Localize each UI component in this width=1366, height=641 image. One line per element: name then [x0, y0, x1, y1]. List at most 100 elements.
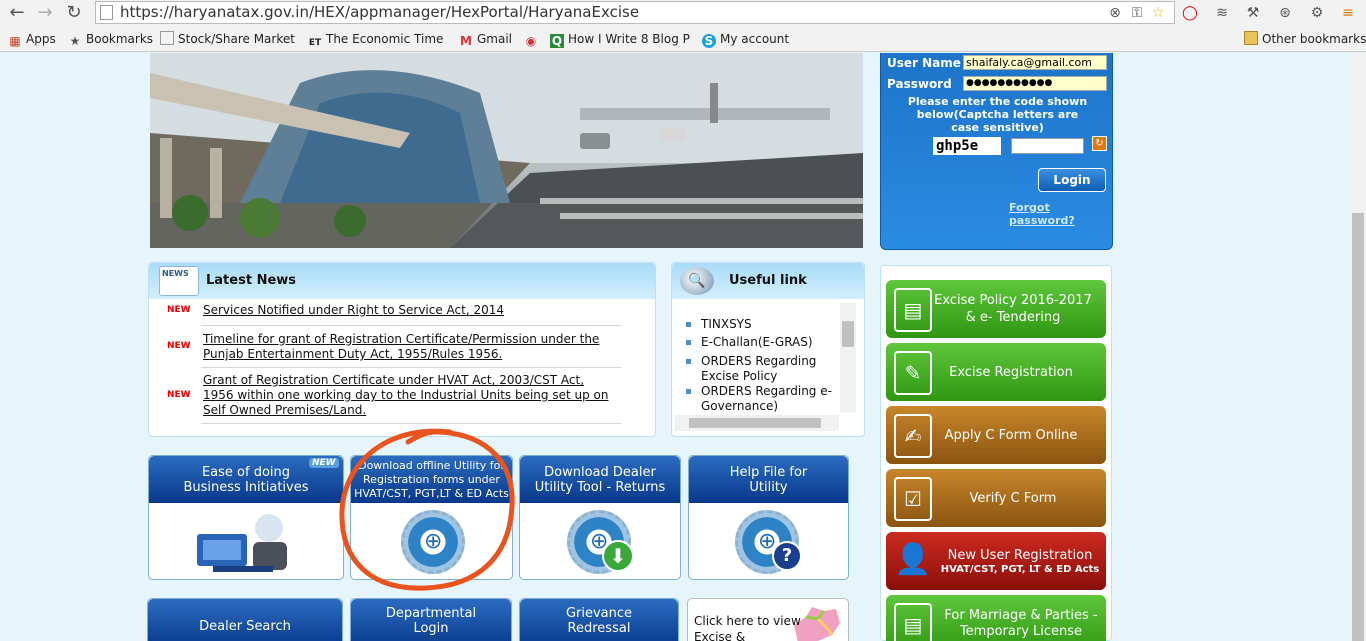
extension-icon[interactable]: ⊛ — [1275, 3, 1295, 23]
document-pen-icon: ✎ — [894, 351, 932, 395]
bookmark-stock-market[interactable]: Stock/Share Market Ir — [160, 30, 298, 48]
latest-news-panel: NEWS Latest News NEW Services Notified u… — [148, 262, 656, 437]
map-view-tile[interactable]: Click here to view Excise & — [687, 598, 849, 641]
buffer-icon[interactable]: ≋ — [1212, 3, 1232, 23]
site-icon: ◉ — [525, 34, 537, 48]
page-icon — [160, 31, 174, 45]
useful-link-tinxsys[interactable]: TINXSYS — [686, 317, 836, 332]
news-link-grant-certificate[interactable]: Grant of Registration Certificate under … — [203, 373, 618, 418]
news-link-timeline[interactable]: Timeline for grant of Registration Certi… — [203, 332, 613, 362]
forgot-password-link[interactable]: Forgot password? — [1009, 201, 1112, 227]
dealer-utility-header: Download Dealer Utility Tool - Returns — [520, 456, 680, 503]
news-separator — [201, 367, 621, 368]
business-people-icon — [193, 508, 293, 574]
hand-drawn-highlight-circle — [339, 428, 515, 591]
bookmark-economic-times[interactable]: ET The Economic Times: — [308, 30, 443, 48]
useful-link-header: 🔍 Useful link — [672, 263, 864, 299]
bookmark-my-account[interactable]: S My account — [702, 30, 789, 48]
captcha-instructions: Please enter the code shown below(Captch… — [907, 95, 1088, 134]
latest-news-header: NEWS Latest News — [149, 263, 655, 299]
useful-link-excise-orders[interactable]: ORDERS Regarding Excise Policy — [686, 354, 838, 384]
license-document-icon: ▤ — [894, 603, 932, 641]
banner-image — [150, 53, 863, 248]
useful-link-title: Useful link — [729, 273, 807, 288]
banner-illustration — [150, 53, 863, 248]
apps-grid-icon: ▦ — [9, 34, 21, 48]
captcha-image: ghp5e — [933, 137, 1001, 155]
password-label: Password — [887, 77, 952, 91]
bookmark-gmail[interactable]: M Gmail — [459, 30, 512, 48]
folder-icon — [1244, 31, 1258, 45]
bookmark-apps[interactable]: ▦ Apps — [8, 30, 55, 48]
new-badge: NEW — [167, 341, 191, 351]
dealer-utility-tile[interactable]: Download Dealer Utility Tool - Returns ⊕… — [519, 455, 681, 580]
forward-icon[interactable]: → — [34, 2, 56, 24]
grievance-redressal-tile[interactable]: Grievance Redressal — [519, 598, 679, 641]
useful-link-egovernance-orders[interactable]: ORDERS Regarding e-Governance) — [686, 384, 841, 414]
browser-toolbar: ← → ↻ https://haryanatax.gov.in/HEX/appm… — [0, 0, 1366, 26]
bookmark-blog[interactable]: Q How I Write 8 Blog Po — [550, 30, 690, 48]
captcha-input[interactable] — [1011, 138, 1084, 154]
reload-icon[interactable]: ↻ — [63, 2, 85, 24]
wrench-icon[interactable]: ⚒ — [1243, 3, 1263, 23]
url-text: https://haryanatax.gov.in/HEX/appmanager… — [120, 3, 640, 21]
refresh-captcha-icon[interactable]: ↻ — [1092, 136, 1107, 151]
apply-c-form-button[interactable]: ✍ Apply C Form Online — [886, 406, 1106, 464]
hscroll-thumb[interactable] — [689, 418, 821, 428]
login-button[interactable]: Login — [1038, 168, 1106, 192]
form-edit-icon: ✍ — [894, 414, 932, 458]
key-icon[interactable]: ⚿ — [1127, 3, 1147, 23]
news-separator — [201, 325, 621, 326]
new-badge: NEW — [167, 305, 191, 315]
news-link-right-to-service[interactable]: Services Notified under Right to Service… — [203, 303, 623, 318]
useful-link-vscroll[interactable] — [840, 303, 856, 413]
opera-icon[interactable]: ◯ — [1180, 3, 1200, 23]
blocked-icon[interactable]: ⊗ — [1105, 3, 1125, 23]
page-icon — [100, 5, 113, 20]
bookmarks-bar: ▦ Apps ★ Bookmarks Stock/Share Market Ir E… — [0, 26, 1366, 52]
help-file-header: Help File for Utility — [689, 456, 848, 503]
star-icon: ★ — [69, 34, 81, 48]
help-file-tile[interactable]: Help File for Utility ⊕ ? — [688, 455, 849, 580]
address-bar[interactable]: https://haryanatax.gov.in/HEX/appmanager… — [95, 1, 1175, 24]
verify-c-form-button[interactable]: ☑ Verify C Form — [886, 469, 1106, 527]
vscroll-thumb[interactable] — [842, 321, 854, 347]
question-mark-icon: ? — [772, 541, 802, 571]
username-input[interactable]: shaifaly.ca@gmail.com — [963, 55, 1107, 70]
document-check-icon: ▤ — [894, 288, 932, 332]
bookmark-bookmarks[interactable]: ★ Bookmarks — [68, 30, 153, 48]
gmail-icon: M — [460, 34, 472, 48]
username-label: User Name — [887, 56, 961, 70]
bookmark-site[interactable]: ◉ — [524, 30, 542, 48]
bookmark-other[interactable]: Other bookmarks — [1244, 30, 1366, 48]
dealer-search-header: Dealer Search — [148, 599, 342, 641]
useful-link-hscroll[interactable] — [675, 415, 839, 431]
et-icon: ET — [308, 38, 322, 48]
page-scrollbar[interactable] — [1350, 53, 1366, 641]
back-icon[interactable]: ← — [6, 2, 28, 24]
user-pen-icon: 👤 — [894, 542, 932, 577]
new-badge: NEW — [167, 390, 191, 400]
marriage-parties-license-button[interactable]: ▤ For Marriage & Parties - Temporary Lic… — [886, 595, 1106, 641]
skype-icon: S — [702, 34, 716, 48]
departmental-login-header: Departmental Login — [351, 599, 511, 641]
menu-icon[interactable]: ≡ — [1338, 3, 1358, 23]
ease-of-business-tile[interactable]: Ease of doing Business Initiatives NEW — [148, 455, 344, 580]
scrollbar-thumb[interactable] — [1352, 213, 1364, 641]
new-user-registration-button[interactable]: 👤 New User Registration HVAT/CST, PGT, L… — [886, 532, 1106, 590]
grievance-redressal-header: Grievance Redressal — [520, 599, 678, 641]
form-verify-icon: ☑ — [894, 477, 932, 521]
password-input[interactable]: ●●●●●●●●●●● — [963, 76, 1107, 91]
gear-icon[interactable]: ⚙ — [1307, 3, 1327, 23]
useful-link-echallan[interactable]: E-Challan(E-GRAS) — [686, 335, 836, 350]
latest-news-title: Latest News — [206, 273, 297, 288]
quora-icon: Q — [550, 34, 564, 48]
map-view-text: Click here to view Excise & — [694, 614, 801, 641]
download-arrow-icon: ⬇ — [602, 540, 634, 572]
dealer-search-tile[interactable]: Dealer Search — [147, 598, 343, 641]
departmental-login-tile[interactable]: Departmental Login — [350, 598, 512, 641]
bookmark-star-icon[interactable]: ☆ — [1148, 3, 1168, 23]
excise-registration-button[interactable]: ✎ Excise Registration — [886, 343, 1106, 401]
excise-policy-button[interactable]: ▤ Excise Policy 2016-2017 & e- Tendering — [886, 280, 1106, 338]
globe-search-icon: 🔍 — [680, 267, 714, 295]
